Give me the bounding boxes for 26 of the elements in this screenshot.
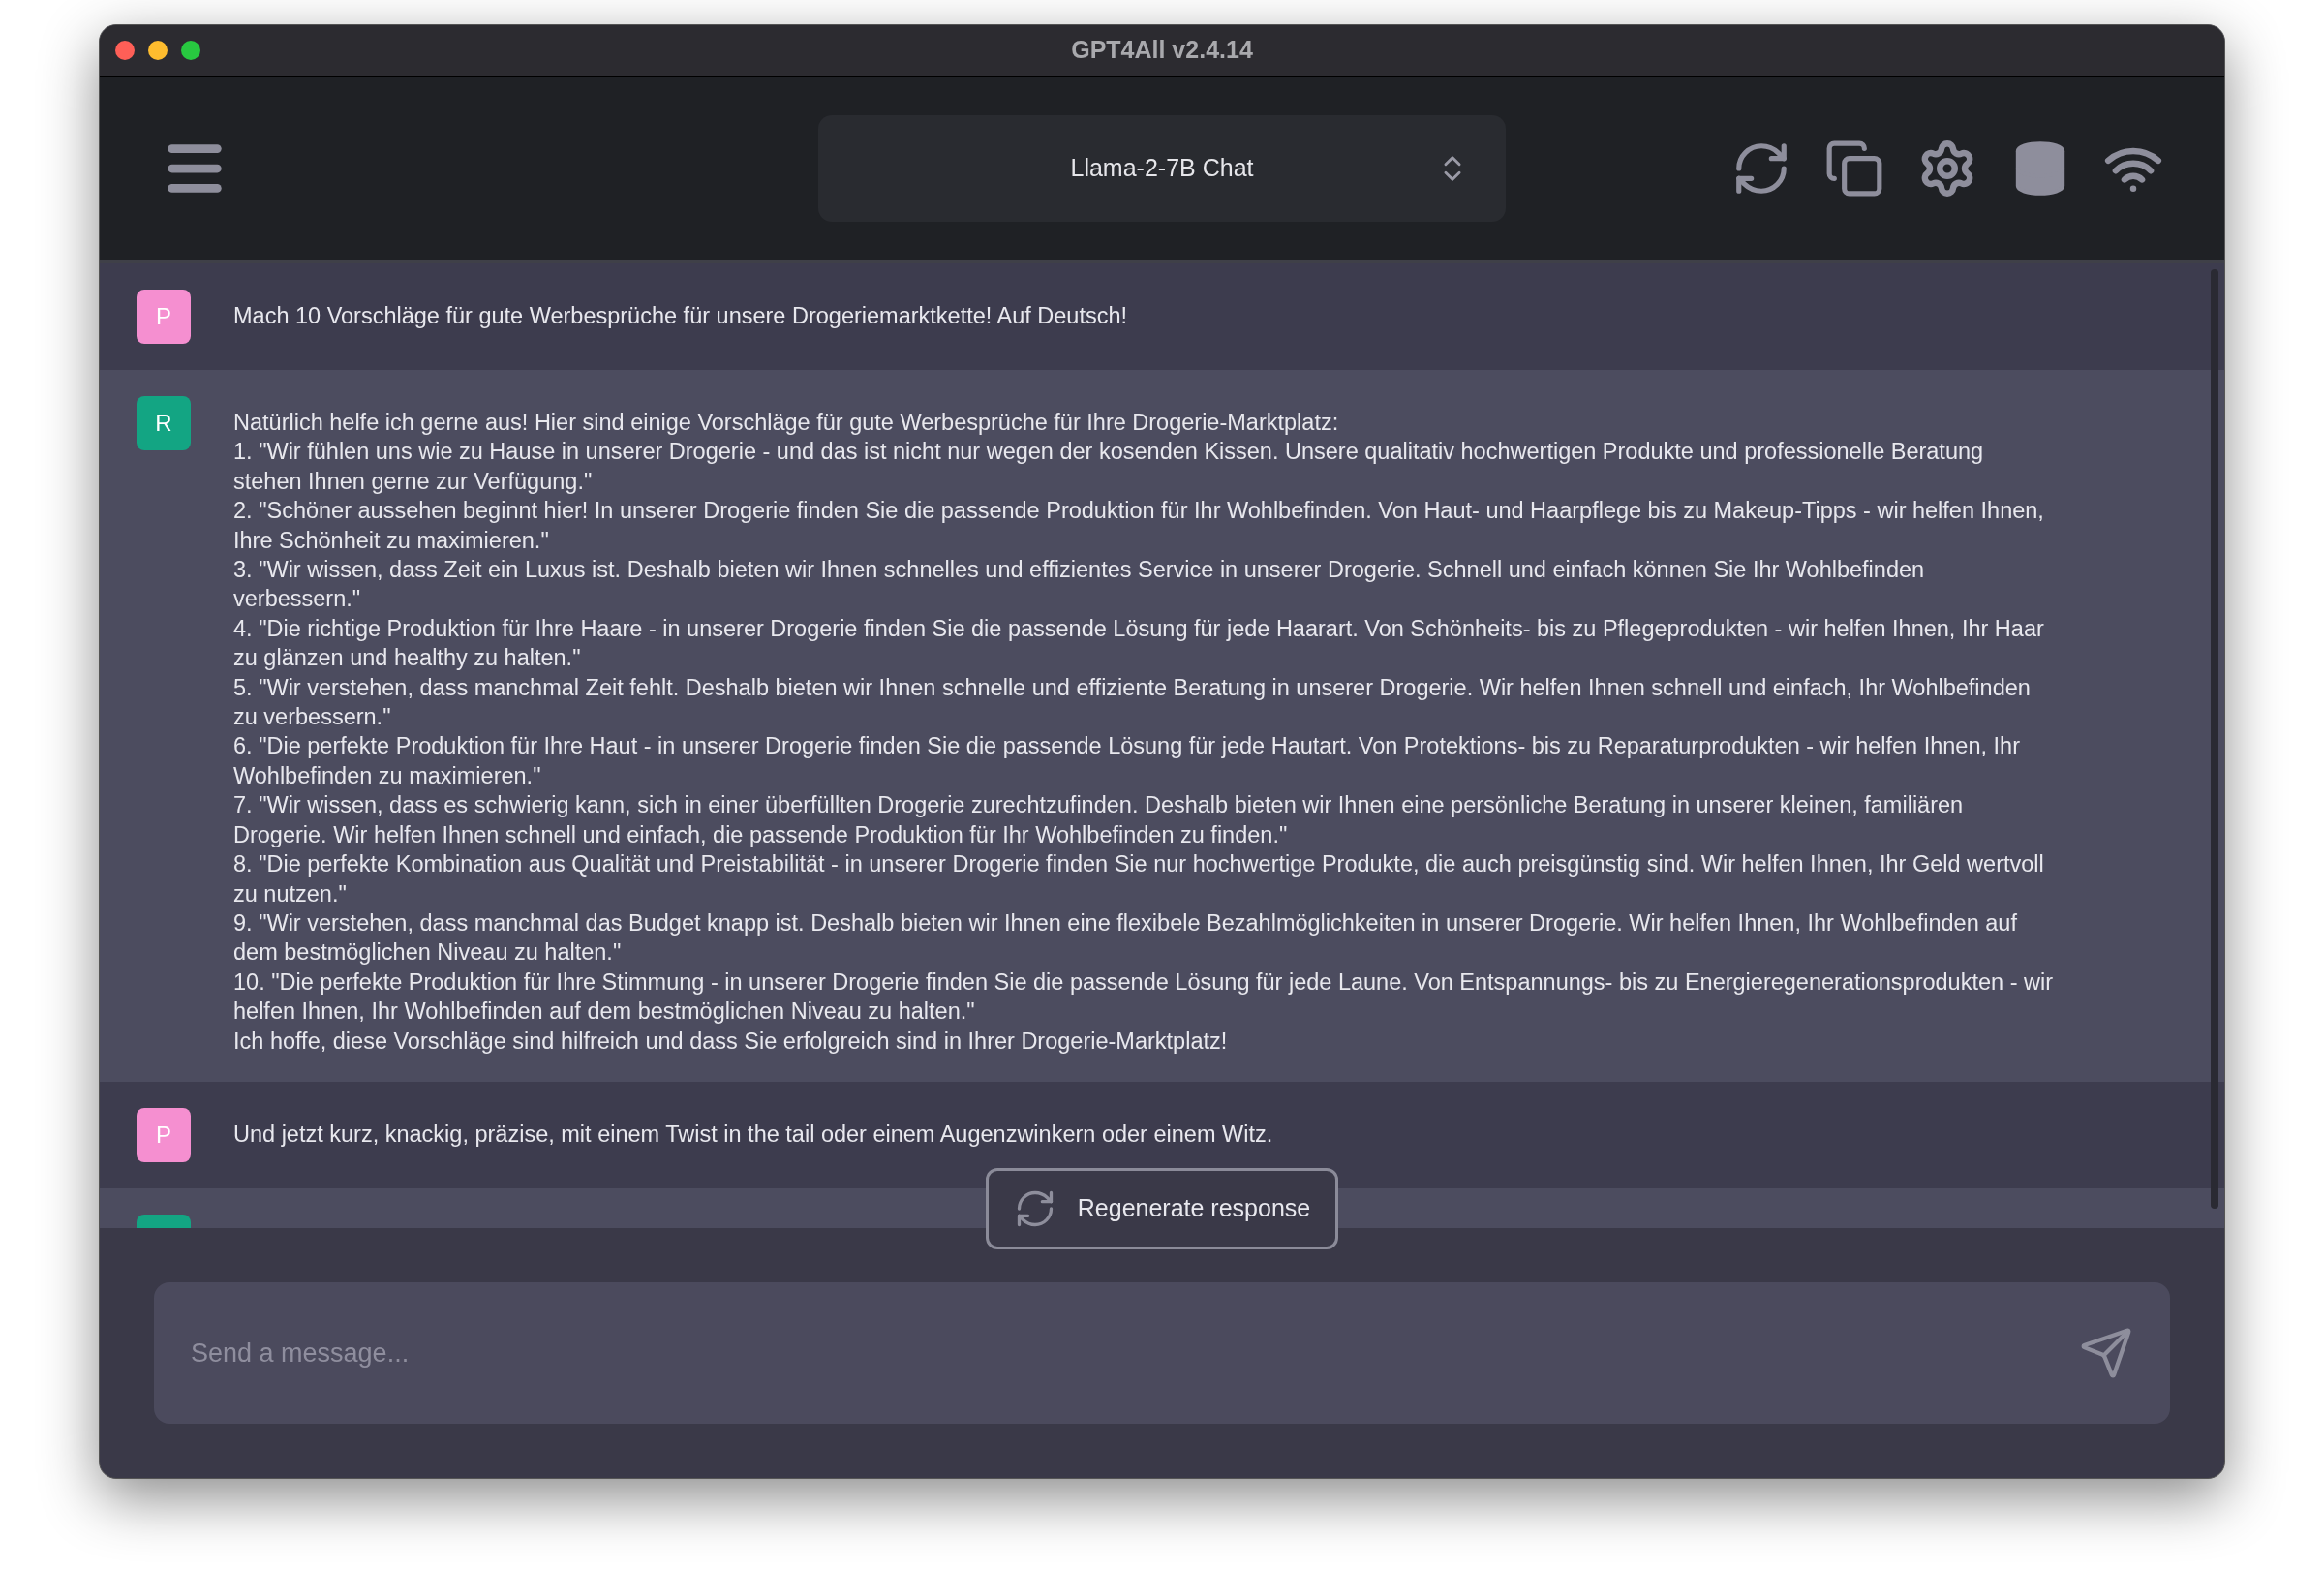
message-text: Und jetzt kurz, knackig, präzise, mit einem Twist in the tail oder einem Augenzwinkern oder einem Witz. bbox=[233, 1120, 1274, 1149]
message-input[interactable]: Send a message... bbox=[154, 1282, 2170, 1424]
avatar: P bbox=[137, 290, 191, 344]
message-text: 1. "Wir fühlen uns wie zu Hause in unserer Drogerie - und das ist nicht nur wegen der kosenden Kissen. Unsere qualitativ hochwertigen Produkte und professionelle Beratung stehen Ihnen gerne zur Verfügung." bbox=[233, 438, 1985, 496]
message-text: 7. "Wir wissen, dass es schwierig kann, sich in einer überfüllten Drogerie zurechtzufinden. Deshalb bieten wir Ihnen eine persönliche Beratung in unserer kleinen, familiären Drogerie. Wir helfen Ihnen schnell und einfach, die passende Produktion für Ihr Wohlbefinden zu finden." bbox=[233, 791, 1965, 849]
minimize-button[interactable] bbox=[148, 41, 168, 60]
regenerate-button[interactable]: Regenerate response bbox=[985, 1168, 1339, 1249]
message-text: 8. "Die perfekte Kombination aus Qualität und Preistabilität - in unserer Drogerie finden Sie nur hochwertige Produkte, die auch preisgünstig sind. Wir helfen Ihnen, Ihr Geld wertvoll zu nutzen." bbox=[233, 850, 2045, 908]
message-input-field[interactable]: Send a message... bbox=[191, 1333, 2079, 1373]
message-text: Natürlich helfe ich gerne aus! Hier sind einige Vorschläge für gute Werbesprüche für Ihre Drogerie-Marktplatz: bbox=[233, 409, 1340, 437]
message-text: 3. "Wir wissen, dass Zeit ein Luxus ist. Deshalb bieten wir Ihnen schnelles und effizientes Service in unserer Drogerie. Schnell und einfach können Sie Ihr Wohlbefinden verbessern." bbox=[233, 556, 1926, 614]
message-text: 4. "Die richtige Produktion für Ihre Haare - in unserer Drogerie finden Sie die passende Lösung für jede Haarart. Von Schönheits- bis zu Pflegeprodukten - wir helfen Ihnen, Ihr Haar zu glänzen und healthy zu halten." bbox=[233, 614, 2045, 673]
send-icon[interactable] bbox=[2079, 1326, 2133, 1380]
model-selector[interactable]: Llama-2-7B Chat bbox=[818, 114, 1506, 222]
message-text: 5. "Wir verstehen, dass manchmal Zeit fehlt. Deshalb bieten wir Ihnen schnelle und effiziente Beratung in unserer Drogerie. Wir helfen Ihnen schnell und einfach, Ihr Wohlbefinden zu verbessern." bbox=[233, 673, 2032, 732]
message-text: 2. "Schöner aussehen beginnt hier! In unserer Drogerie finden Sie die passende Produktion für Ihr Wohlbefinden. Von Haut- und Haarpflege bis zu Makeup-Tipps - wir helfen Ihnen, Ihre Schönheit zu maximieren." bbox=[233, 497, 2045, 555]
message-text: 6. "Die perfekte Produktion für Ihre Haut - in unserer Drogerie finden Sie die passende Lösung für jede Hautart. Von Protektions- bis zu Reparaturprodukten - wir helfen Ihnen, Ihr Wohlbefinden zu maximieren." bbox=[233, 732, 2021, 790]
avatar: P bbox=[137, 1107, 191, 1162]
zoom-button[interactable] bbox=[181, 41, 200, 60]
window-title: GPT4All v2.4.14 bbox=[1071, 35, 1253, 66]
message-text: Ich hoffe, diese Vorschläge sind hilfreich und dass Sie erfolgreich sind in Ihrer Drogerie-Marktplatz! bbox=[233, 1027, 1229, 1056]
avatar: R bbox=[137, 396, 191, 450]
message-text: 9. "Wir verstehen, dass manchmal das Budget knapp ist. Deshalb bieten wir Ihnen eine flexibele Bezahlmöglichkeiten in unserer Drogerie. Wir helfen Ihnen, Ihr Wohlbefinden auf dem bestmöglichen Niveau zu halten." bbox=[233, 908, 2018, 968]
close-button[interactable] bbox=[115, 41, 135, 60]
message-text: Mach 10 Vorschläge für gute Werbesprüche für unsere Drogeriemarktkette! Auf Deutsch! bbox=[233, 302, 1129, 330]
message-text: 10. "Die perfekte Produktion für Ihre Stimmung - in unserer Drogerie finden Sie die passende Lösung für jede Laune. Von Entspannungs- bis zu Energieregenerationsprodukten - wir helfen Ihnen, Ihr Wohlbefinden auf dem bestmöglichen Niveau zu halten." bbox=[233, 968, 2054, 1027]
